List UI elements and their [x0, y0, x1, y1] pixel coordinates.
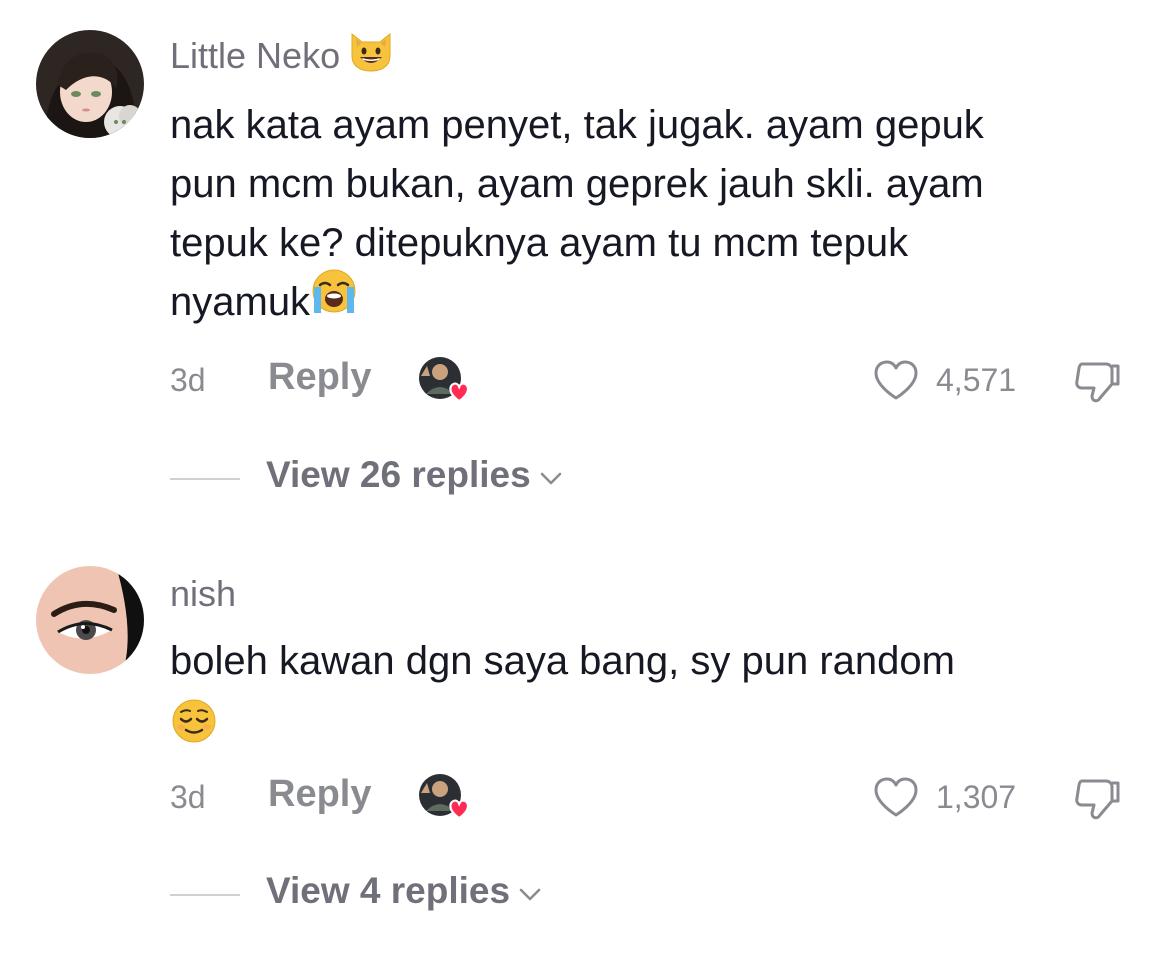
replies-divider [170, 894, 240, 896]
like-count: 1,307 [936, 779, 1017, 815]
like-count: 4,571 [936, 362, 1017, 398]
comment-username[interactable]: Little Neko [170, 33, 394, 78]
comment-text-line: boleh kawan dgn saya bang, sy pun random [170, 639, 955, 683]
thumbs-down-icon[interactable] [1070, 358, 1122, 411]
loudly-crying-face-emoji-icon [310, 267, 358, 332]
comment-time: 3d [170, 362, 206, 398]
grinning-cat-emoji-icon [348, 30, 394, 78]
reply-button[interactable]: Reply [268, 773, 371, 816]
heart-outline-icon [872, 775, 920, 824]
comment-text: nak kata ayam penyet, tak jugak. ayam ge… [170, 96, 1150, 332]
avatar-illustration-icon [36, 30, 144, 138]
comment-text-line: nyamuk [170, 280, 311, 324]
comment-text-line: nak kata ayam penyet, tak jugak. ayam ge… [170, 103, 984, 147]
comment-actions: 3d Reply 4,571 [170, 356, 1170, 406]
comment-actions: 3d Reply 1,307 [170, 773, 1170, 823]
avatar[interactable] [36, 566, 144, 674]
creator-liked-badge-icon [418, 771, 478, 825]
username-text: nish [170, 573, 237, 614]
view-replies-label: View 4 replies [266, 870, 511, 911]
comment-text-last-line [170, 691, 1150, 750]
heart-outline-icon [872, 358, 920, 407]
avatar[interactable] [36, 30, 144, 138]
avatar-eye-photo-icon [36, 566, 144, 674]
username-text: Little Neko [170, 35, 341, 76]
comment-text-line: tepuk ke? ditepuknya ayam tu mcm tepuk [170, 221, 909, 265]
view-replies-label-wrap: View 26 replies [266, 454, 563, 496]
chevron-down-icon [539, 454, 563, 496]
view-replies-label-wrap: View 4 replies [266, 870, 542, 912]
replies-divider [170, 478, 240, 480]
relieved-face-emoji-icon [170, 697, 218, 762]
comment-text: boleh kawan dgn saya bang, sy pun random [170, 632, 1150, 750]
comment-time: 3d [170, 779, 206, 815]
view-replies-label: View 26 replies [266, 454, 531, 495]
creator-liked-badge-icon [418, 354, 478, 408]
comment-username[interactable]: nish [170, 576, 236, 612]
comment-text-line: pun mcm bukan, ayam geprek jauh skli. ay… [170, 162, 984, 206]
reply-button[interactable]: Reply [268, 356, 371, 399]
chevron-down-icon [518, 870, 542, 912]
comment-text-last-line: nyamuk [170, 269, 1150, 332]
thumbs-down-icon[interactable] [1070, 775, 1122, 828]
